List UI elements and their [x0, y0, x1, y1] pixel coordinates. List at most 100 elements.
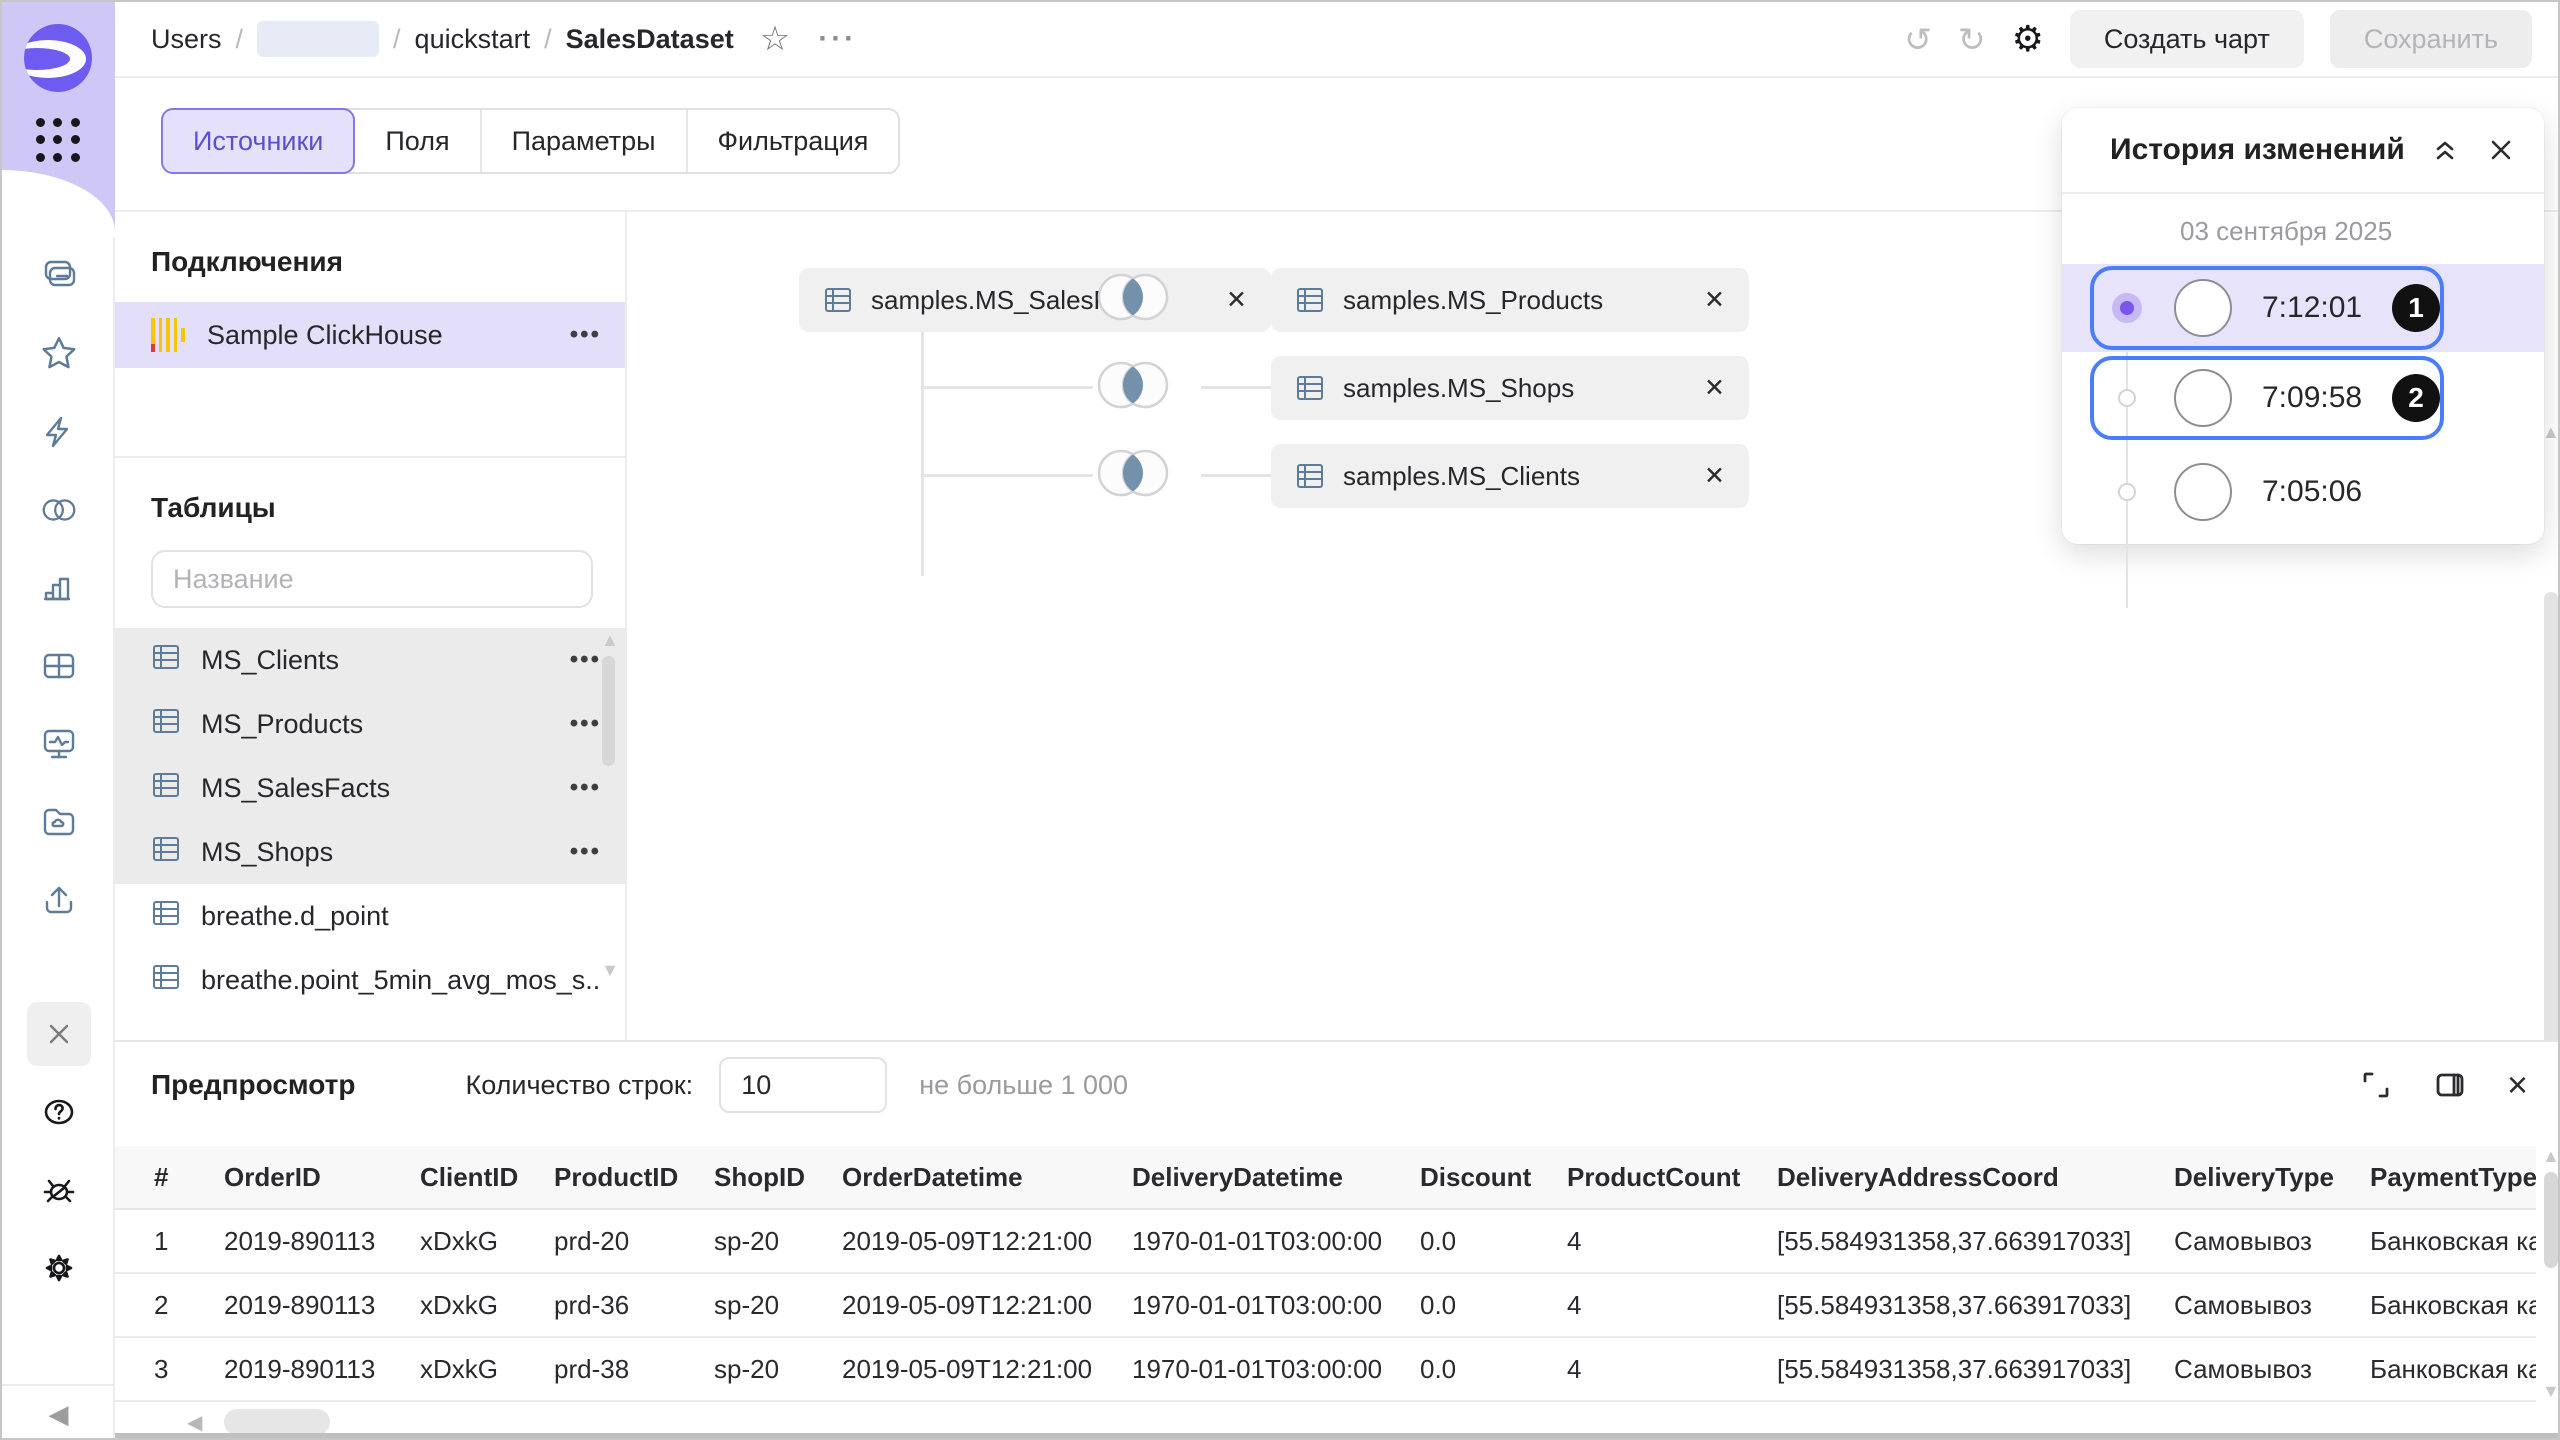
scroll-down-icon[interactable]: ▼: [2542, 1381, 2560, 1402]
close-panel-icon[interactable]: [2486, 135, 2516, 165]
node-salesfacts[interactable]: samples.MS_SalesFacts ✕: [799, 268, 1271, 332]
tables-list: MS_Clients ••• MS_Products ••• MS_SalesF…: [115, 628, 625, 1012]
scroll-up-icon[interactable]: ▲: [601, 630, 619, 651]
tab-sources[interactable]: Источники: [161, 108, 355, 174]
table-search-input[interactable]: [173, 564, 571, 595]
preview-section: Предпросмотр Количество строк: не больше…: [115, 1040, 2560, 1440]
table-icon: [1295, 461, 1325, 491]
window-bottom-edge: [2, 1433, 2558, 1438]
export-upload-icon[interactable]: [27, 868, 91, 932]
table-icon: [151, 642, 181, 679]
join-inner-icon[interactable]: [1079, 352, 1187, 418]
breadcrumb: Users / / quickstart / SalesDataset: [151, 21, 734, 57]
rows-count-hint: не больше 1 000: [919, 1070, 1128, 1101]
preview-header-row: # OrderID ClientID ProductID ShopID Orde…: [115, 1146, 2536, 1210]
preview-title: Предпросмотр: [151, 1069, 355, 1101]
breadcrumb-item-redacted[interactable]: [257, 21, 379, 57]
preview-table: # OrderID ClientID ProductID ShopID Orde…: [115, 1146, 2536, 1402]
rows-count-label: Количество строк:: [465, 1070, 693, 1101]
remove-node-icon[interactable]: ✕: [1704, 373, 1725, 403]
join-inner-icon[interactable]: [1079, 440, 1187, 506]
node-products[interactable]: samples.MS_Products ✕: [1271, 268, 1749, 332]
tab-filtering[interactable]: Фильтрация: [688, 110, 899, 172]
node-clients[interactable]: samples.MS_Clients ✕: [1271, 444, 1749, 508]
table-menu-icon[interactable]: •••: [570, 838, 601, 866]
close-preview-icon[interactable]: ×: [2507, 1067, 2528, 1103]
datasets-icon[interactable]: [27, 478, 91, 542]
charts-icon[interactable]: [27, 556, 91, 620]
join-inner-icon[interactable]: [1079, 264, 1187, 330]
tab-parameters[interactable]: Параметры: [482, 110, 688, 172]
table-item-ms-products[interactable]: MS_Products •••: [115, 692, 625, 756]
scroll-left-icon[interactable]: ◀: [187, 1410, 202, 1435]
history-radio-selected[interactable]: [2112, 293, 2142, 323]
collapse-sidebar-icon[interactable]: ◀: [2, 1399, 115, 1430]
history-radio[interactable]: [2118, 389, 2136, 407]
scroll-up-icon[interactable]: ▲: [2542, 422, 2560, 443]
collections-icon[interactable]: [27, 244, 91, 308]
expand-preview-icon[interactable]: [2359, 1068, 2393, 1102]
dock-panel-icon[interactable]: [2433, 1068, 2467, 1102]
table-icon: [151, 962, 181, 999]
table-item-ms-salesfacts[interactable]: MS_SalesFacts •••: [115, 756, 625, 820]
table-menu-icon[interactable]: •••: [570, 710, 601, 738]
history-item-3[interactable]: 7:05:06: [2062, 448, 2544, 536]
history-item-1[interactable]: 7:12:01 1: [2062, 264, 2544, 352]
tables-title: Таблицы: [151, 492, 625, 524]
table-row: 32019-890113xDxkGprd-38sp-202019-05-09T1…: [115, 1338, 2536, 1402]
scroll-up-icon[interactable]: ▲: [2542, 1146, 2560, 1167]
bug-report-icon[interactable]: [27, 1158, 91, 1222]
history-radio[interactable]: [2118, 483, 2136, 501]
datalens-logo[interactable]: [24, 24, 92, 92]
scroll-down-icon[interactable]: ▼: [601, 960, 619, 981]
connection-menu-icon[interactable]: •••: [570, 321, 601, 349]
dashboards-icon[interactable]: [27, 712, 91, 776]
table-icon: [151, 770, 181, 807]
table-menu-icon[interactable]: •••: [570, 774, 601, 802]
remove-node-icon[interactable]: ✕: [1226, 285, 1247, 315]
storage-folder-icon[interactable]: [27, 790, 91, 854]
table-item-ms-clients[interactable]: MS_Clients •••: [115, 628, 625, 692]
history-date: 03 сентября 2025: [2180, 216, 2544, 247]
table-search: [151, 550, 593, 608]
step-badge: 1: [2392, 284, 2440, 332]
save-button[interactable]: Сохранить: [2330, 10, 2532, 68]
close-nav-icon[interactable]: [27, 1002, 91, 1066]
history-panel: История изменений 03 сентября 2025 7:12:…: [2062, 108, 2544, 544]
collapse-panel-icon[interactable]: [2430, 135, 2460, 165]
settings-gear-icon[interactable]: [27, 1236, 91, 1300]
table-icon: [1295, 285, 1325, 315]
services-grid-icon[interactable]: [36, 118, 82, 164]
connections-bolt-icon[interactable]: [27, 400, 91, 464]
table-row: 12019-890113xDxkGprd-20sp-202019-05-09T1…: [115, 1210, 2536, 1274]
tables-scrollbar[interactable]: ▲: [599, 628, 619, 982]
connection-item[interactable]: Sample ClickHouse •••: [115, 302, 625, 368]
rows-count-input[interactable]: [719, 1057, 887, 1113]
history-item-2[interactable]: 7:09:58 2: [2062, 354, 2544, 442]
table-item-ms-shops[interactable]: MS_Shops •••: [115, 820, 625, 884]
favorites-star-icon[interactable]: [27, 322, 91, 386]
table-icon: [151, 706, 181, 743]
tab-fields[interactable]: Поля: [355, 110, 481, 172]
preview-scrollbar[interactable]: ▲ ▼: [2540, 1146, 2560, 1440]
breadcrumb-item-users[interactable]: Users: [151, 24, 222, 55]
remove-node-icon[interactable]: ✕: [1704, 461, 1725, 491]
table-icon: [151, 834, 181, 871]
remove-node-icon[interactable]: ✕: [1704, 285, 1725, 315]
breadcrumb-item-quickstart[interactable]: quickstart: [415, 24, 531, 55]
table-row: 22019-890113xDxkGprd-36sp-202019-05-09T1…: [115, 1274, 2536, 1338]
help-icon[interactable]: [27, 1080, 91, 1144]
dataset-settings-gear-icon[interactable]: ⚙: [2012, 18, 2044, 60]
clickhouse-icon: [151, 318, 185, 352]
tables-icon[interactable]: [27, 634, 91, 698]
node-shops[interactable]: samples.MS_Shops ✕: [1271, 356, 1749, 420]
redo-icon[interactable]: ↻: [1958, 20, 1986, 59]
table-item-breathe-point-5min[interactable]: breathe.point_5min_avg_mos_s...: [115, 948, 625, 1012]
history-title: История изменений: [2110, 133, 2405, 167]
create-chart-button[interactable]: Создать чарт: [2070, 10, 2304, 68]
favorite-star-icon[interactable]: ☆: [760, 22, 790, 56]
more-actions-icon[interactable]: ···: [818, 22, 857, 56]
undo-icon[interactable]: ↺: [1904, 20, 1932, 59]
table-menu-icon[interactable]: •••: [570, 646, 601, 674]
table-item-breathe-d-point[interactable]: breathe.d_point: [115, 884, 625, 948]
